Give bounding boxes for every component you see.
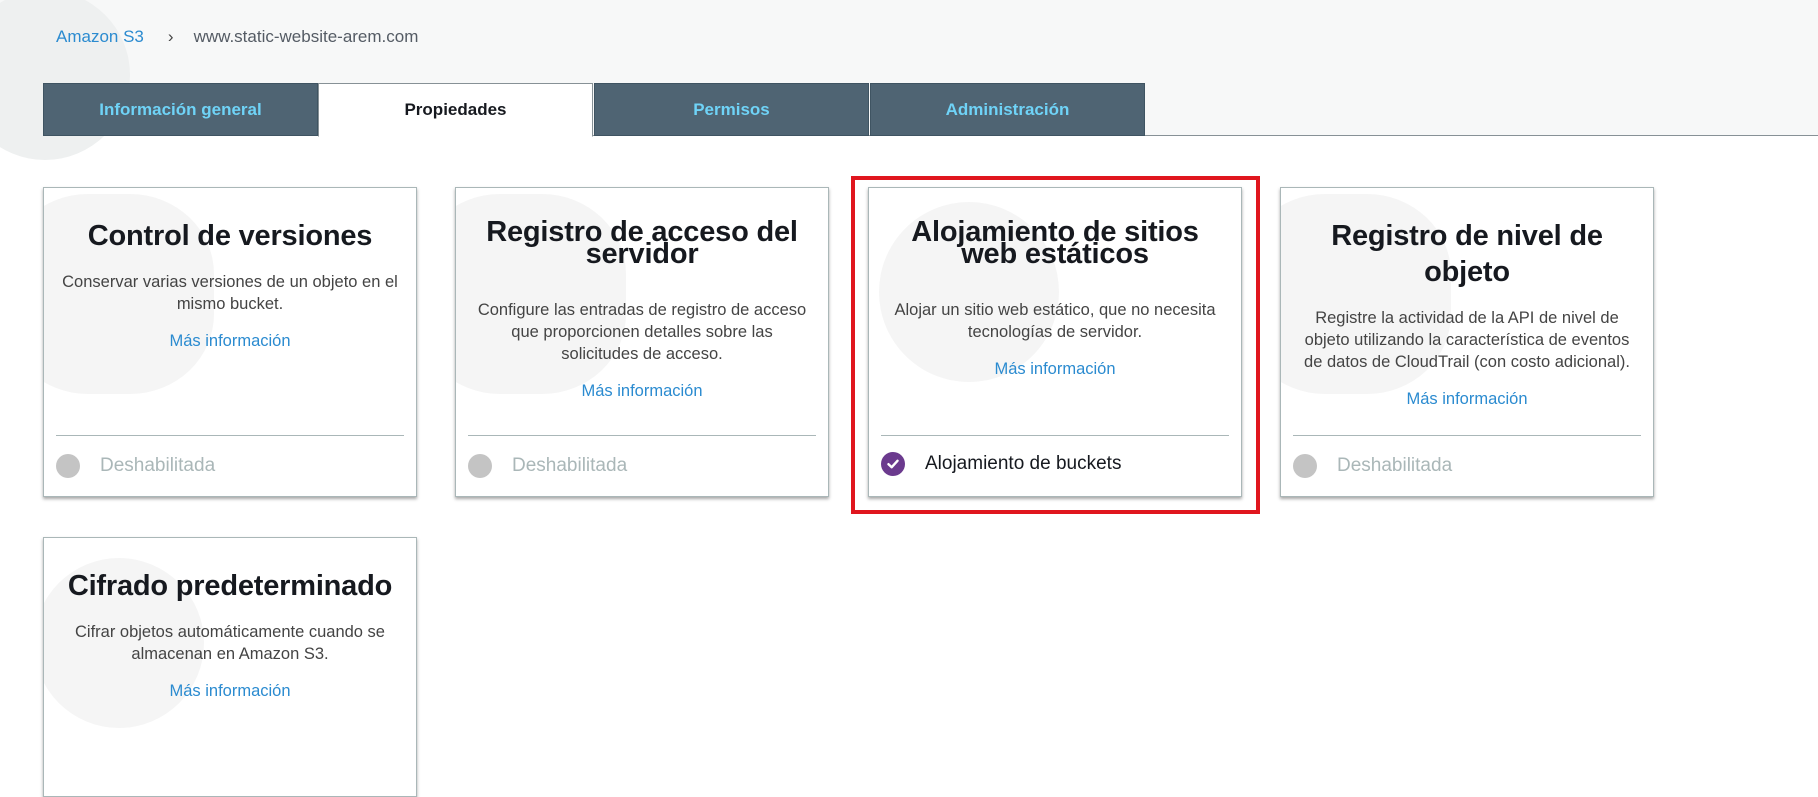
learn-more-link[interactable]: Más información: [994, 360, 1115, 379]
card-description: Registre la actividad de la API de nivel…: [1304, 309, 1630, 371]
card-title: Cifrado predeterminado: [67, 570, 393, 602]
breadcrumb-current-bucket: www.static-website-arem.com: [193, 27, 419, 46]
card-divider: [1293, 435, 1641, 436]
card-divider: [468, 435, 816, 436]
learn-more-link[interactable]: Más información: [1406, 390, 1527, 409]
breadcrumb: Amazon S3 › www.static-website-arem.com: [56, 26, 418, 48]
card-default-encryption[interactable]: Cifrado predeterminado Cifrar objetos au…: [43, 537, 417, 797]
card-description: Configure las entradas de registro de ac…: [477, 301, 807, 363]
card-description: Alojar un sitio web estático, que no nec…: [894, 301, 1216, 341]
check-circle-icon: [881, 452, 905, 476]
card-divider: [56, 435, 404, 436]
card-status: Deshabilitada: [1293, 453, 1452, 479]
breadcrumb-amazon-s3-link[interactable]: Amazon S3: [56, 27, 144, 47]
background-decoration: [0, 0, 130, 160]
card-title: Control de versiones: [87, 220, 373, 252]
tab-overview[interactable]: Información general: [43, 83, 318, 136]
disabled-radio-icon: [56, 454, 80, 478]
card-title: Alojamiento de sitios web estáticos: [911, 216, 1199, 270]
disabled-radio-icon: [1293, 454, 1317, 478]
card-status: Deshabilitada: [468, 453, 627, 479]
chevron-right-icon: ›: [167, 27, 174, 46]
tab-management[interactable]: Administración: [870, 83, 1145, 136]
learn-more-link[interactable]: Más información: [169, 682, 290, 701]
tab-properties[interactable]: Propiedades: [318, 83, 593, 137]
status-label: Deshabilitada: [100, 455, 216, 476]
tab-permissions[interactable]: Permisos: [594, 83, 869, 136]
status-label: Deshabilitada: [1337, 455, 1453, 476]
status-label: Deshabilitada: [512, 455, 628, 476]
status-label: Alojamiento de buckets: [925, 453, 1122, 474]
disabled-radio-icon: [468, 454, 492, 478]
learn-more-link[interactable]: Más información: [169, 332, 290, 351]
card-status: Deshabilitada: [56, 453, 215, 479]
card-static-website-hosting[interactable]: Alojamiento de sitios web estáticos Aloj…: [868, 187, 1242, 497]
learn-more-link[interactable]: Más información: [581, 382, 702, 401]
card-description: Conservar varias versiones de un objeto …: [62, 273, 398, 313]
card-versioning[interactable]: Control de versiones Conservar varias ve…: [43, 187, 417, 497]
card-title: Registro de nivel de objeto: [1331, 220, 1603, 288]
card-server-access-logging[interactable]: Registro de acceso del servidor Configur…: [455, 187, 829, 497]
card-status: Alojamiento de buckets: [881, 451, 1121, 477]
card-title: Registro de acceso del servidor: [486, 216, 798, 270]
card-description: Cifrar objetos automáticamente cuando se…: [74, 623, 385, 663]
card-divider: [881, 435, 1229, 436]
card-object-level-logging[interactable]: Registro de nivel de objeto Registre la …: [1280, 187, 1654, 497]
header-area: Amazon S3 › www.static-website-arem.com …: [0, 0, 1818, 160]
